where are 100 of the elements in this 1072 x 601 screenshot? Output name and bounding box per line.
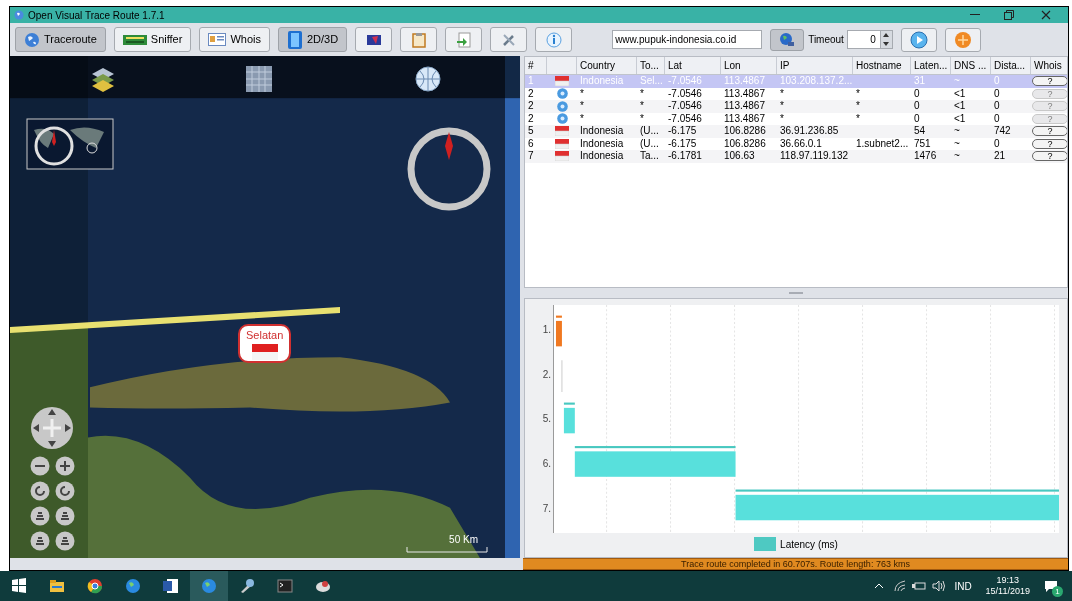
- whois-button[interactable]: ?: [1032, 76, 1067, 87]
- table-cell: *: [640, 112, 644, 125]
- clipboard-icon: [410, 31, 427, 48]
- table-cell: 7: [528, 150, 534, 163]
- flag-icon: [555, 151, 569, 162]
- row-label: 7.: [541, 502, 551, 517]
- zoom-in-icon[interactable]: [55, 456, 75, 476]
- flag-icon: [555, 126, 569, 137]
- table-cell: 113.4867: [724, 100, 765, 113]
- stack-icon[interactable]: [55, 506, 75, 526]
- status-text: Trace route completed in 60.707s. Route length: 763 kms: [681, 559, 910, 569]
- document-icon: [163, 578, 179, 594]
- world-map-icon[interactable]: [26, 118, 114, 170]
- clock-time: 19:13: [996, 575, 1020, 586]
- table-cell: 2: [528, 87, 534, 100]
- export-button[interactable]: [445, 27, 483, 52]
- start-button[interactable]: [900, 27, 937, 52]
- toolbar-button[interactable]: Traceroute: [15, 27, 106, 52]
- down-arrow-icon: [883, 41, 890, 46]
- notification-badge: 1: [1052, 586, 1063, 597]
- pan-control-icon[interactable]: [30, 406, 74, 450]
- column-header[interactable]: Lat: [668, 58, 682, 73]
- column-header[interactable]: IP: [780, 58, 790, 73]
- wifi-icon[interactable]: [894, 580, 907, 592]
- layers-icon[interactable]: [90, 66, 116, 92]
- placemark-label: Selatan: [246, 328, 284, 343]
- placemark-callout[interactable]: Selatan: [238, 324, 292, 363]
- column-header[interactable]: Dista...: [994, 58, 1026, 73]
- toolbar-button[interactable]: Whois: [199, 27, 270, 52]
- table-cell: ~: [954, 137, 960, 150]
- info-icon: [545, 31, 562, 48]
- timeout-label: Timeout: [808, 33, 844, 47]
- table-row[interactable]: 5 Indonesia (U... -6.175 106.8286 36.91.236.85 54 ~ 742 ?: [525, 125, 1067, 138]
- column-header[interactable]: DNS ...: [954, 58, 987, 73]
- column-header[interactable]: Lon: [724, 58, 741, 73]
- window-title: Open Visual Trace Route 1.7.1: [28, 8, 165, 23]
- column-header[interactable]: Hostname: [856, 58, 902, 73]
- table-cell: *: [640, 100, 644, 113]
- table-cell: 0: [914, 87, 920, 100]
- table-cell: 0: [914, 112, 920, 125]
- speaker-icon[interactable]: [932, 580, 947, 592]
- row-label: 1.: [541, 322, 551, 337]
- terminal-icon: [277, 578, 293, 594]
- table-cell: 1.subnet2...: [856, 137, 909, 150]
- table-cell: -7.0546: [668, 100, 702, 113]
- windows-logo-icon: [11, 578, 27, 594]
- table-row[interactable]: 2 * * -7.0546 113.4867 * * 0 <1 0 ?: [525, 100, 1067, 113]
- table-cell: <1: [954, 87, 966, 100]
- clock[interactable]: 19:13 15/11/2019: [985, 575, 1030, 597]
- table-cell: 36.66.0.1: [780, 137, 822, 150]
- flag-icon: [251, 343, 278, 360]
- globe-icon: [201, 578, 217, 594]
- rotate-left-icon[interactable]: [30, 481, 50, 501]
- table-cell: (U...: [640, 137, 659, 150]
- table-cell: ~: [954, 75, 960, 88]
- table-cell: *: [856, 112, 860, 125]
- column-header[interactable]: Laten...: [914, 58, 948, 73]
- compass-icon[interactable]: [406, 126, 492, 212]
- table-cell: 106.8286: [724, 125, 766, 138]
- rotate-right-icon[interactable]: [55, 481, 75, 501]
- whois-button[interactable]: ?: [1032, 126, 1067, 137]
- column-header[interactable]: #: [528, 58, 534, 73]
- whois-button[interactable]: ?: [1032, 138, 1067, 149]
- close-icon: [1041, 10, 1051, 20]
- clipboard-button[interactable]: [400, 27, 438, 52]
- toolbar-button[interactable]: Sniffer: [113, 27, 192, 52]
- table-cell: -7.0546: [668, 112, 702, 125]
- table-cell: Sel...: [640, 75, 663, 88]
- timeout-spinner[interactable]: 0: [846, 30, 893, 49]
- globe-icon: [24, 31, 40, 48]
- globe-icon: [779, 31, 796, 48]
- column-header[interactable]: Country: [580, 58, 615, 73]
- table-cell: 36.91.236.85: [780, 125, 839, 138]
- splitter-handle[interactable]: [789, 292, 803, 294]
- sphere-icon: [953, 30, 972, 49]
- circuit-board-icon: [122, 33, 147, 46]
- battery-icon[interactable]: [912, 581, 927, 591]
- whois-button[interactable]: ?: [1032, 151, 1067, 162]
- language-indicator[interactable]: IND: [954, 578, 972, 594]
- map-view[interactable]: Selatan 50 Km: [10, 56, 520, 558]
- play-icon: [909, 30, 928, 49]
- resolve-button[interactable]: [770, 28, 805, 51]
- tools-button[interactable]: [490, 27, 528, 52]
- table-cell: 5: [528, 125, 534, 138]
- column-header[interactable]: To...: [640, 58, 659, 73]
- toolbar-button[interactable]: 2D/3D: [277, 27, 348, 52]
- globe-icon: [14, 10, 24, 20]
- table-row[interactable]: 7 Indonesia Ta... -6.1781 106.63 118.97.119.132 1476 ~ 21 ?: [525, 150, 1067, 163]
- table-cell: -6.175: [668, 137, 697, 150]
- table-cell: <1: [954, 100, 966, 113]
- chevron-up-icon[interactable]: [874, 583, 885, 589]
- globe-icon[interactable]: [415, 66, 441, 92]
- table-cell: Indonesia: [580, 137, 624, 150]
- table-cell: 6: [528, 137, 534, 150]
- scale-bar-icon: [406, 547, 488, 553]
- column-header[interactable]: Whois: [1034, 58, 1062, 73]
- up-arrow-icon: [883, 33, 890, 38]
- zoom-out-icon[interactable]: [30, 456, 50, 476]
- address-field[interactable]: www.pupuk-indonesia.co.id: [612, 30, 763, 49]
- folder-icon: [49, 578, 65, 594]
